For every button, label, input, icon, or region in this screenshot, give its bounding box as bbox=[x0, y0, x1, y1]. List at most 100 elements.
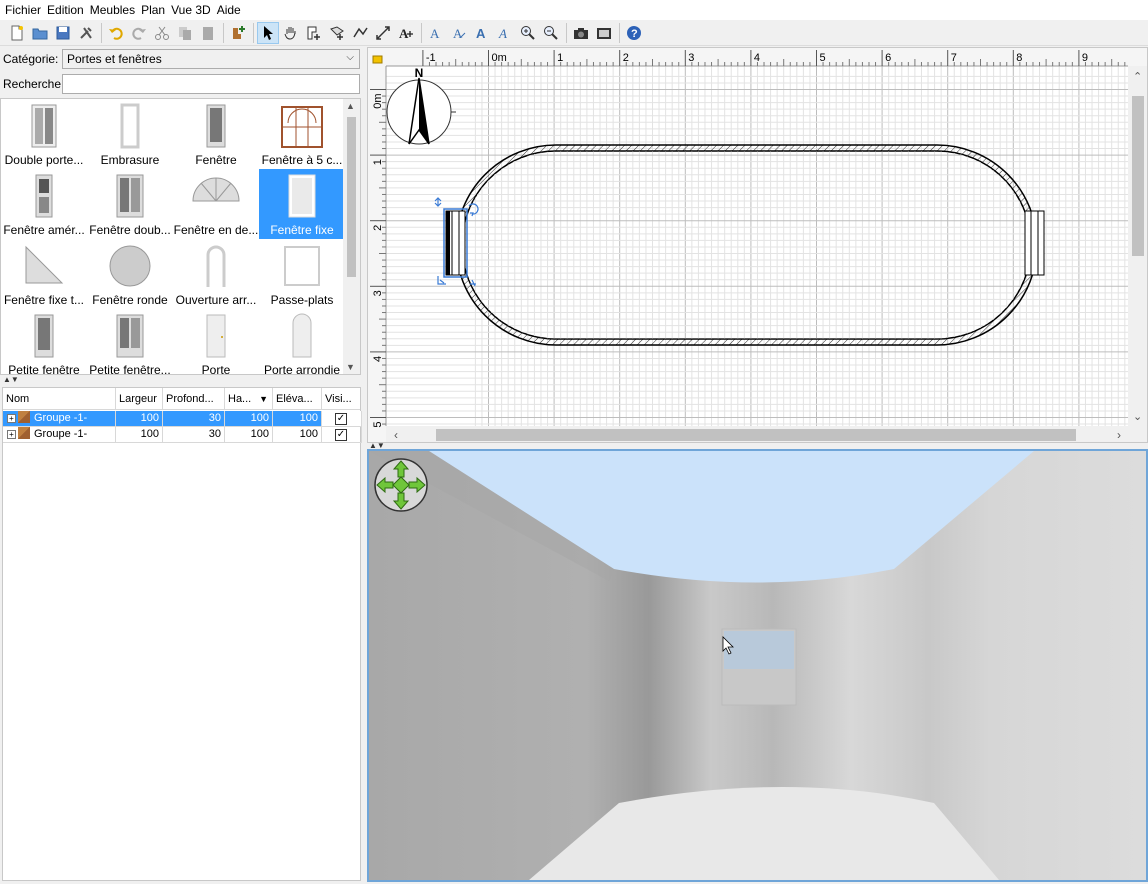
preferences-icon[interactable] bbox=[75, 22, 97, 44]
col-height[interactable]: Ha... ▼ bbox=[225, 388, 273, 410]
catalog-item[interactable]: Petite fenêtre bbox=[1, 309, 87, 374]
help-icon[interactable]: ? bbox=[623, 22, 645, 44]
row-name: Groupe -1- bbox=[34, 428, 88, 440]
catalog-item[interactable]: Ouverture arr... bbox=[173, 239, 259, 309]
menu-fichier[interactable]: Fichier bbox=[2, 3, 44, 17]
menu-plan[interactable]: Plan bbox=[138, 3, 168, 17]
save-icon[interactable] bbox=[52, 22, 74, 44]
col-depth[interactable]: Profond... bbox=[163, 388, 225, 410]
add-text-icon[interactable]: A bbox=[395, 22, 417, 44]
splitter-arrows-icon[interactable]: ▲▼ bbox=[3, 375, 19, 384]
row-visible-cell: ✓ bbox=[322, 427, 362, 443]
compass-n-label: N bbox=[415, 66, 424, 80]
catalog-item[interactable]: Fenêtre doub... bbox=[87, 169, 173, 239]
ruler-x-label: 7 bbox=[951, 52, 957, 64]
visible-checkbox[interactable]: ✓ bbox=[335, 429, 347, 441]
plan-vscroll-thumb bbox=[1132, 96, 1144, 256]
text-italic-icon[interactable]: A bbox=[494, 22, 516, 44]
select-arrow-icon[interactable] bbox=[257, 21, 279, 44]
expand-icon[interactable]: + bbox=[7, 430, 16, 439]
paste-icon[interactable] bbox=[197, 22, 219, 44]
create-rooms-icon[interactable] bbox=[326, 22, 348, 44]
catalog-item-label: Porte arrondie bbox=[263, 363, 341, 375]
add-furniture-icon[interactable] bbox=[227, 22, 249, 44]
menu-meubles[interactable]: Meubles bbox=[87, 3, 138, 17]
catalog-item[interactable]: Fenêtre ronde bbox=[87, 239, 173, 309]
scroll-up-icon[interactable]: ▲ bbox=[346, 101, 355, 111]
copy-icon[interactable] bbox=[174, 22, 196, 44]
zoom-out-icon[interactable] bbox=[540, 22, 562, 44]
plan-canvas[interactable]: -1 0m 1 2 3 4 5 6 7 8 9 0m 1 2 3 4 5 N ⌃ ⌄ ‹ › bbox=[368, 48, 1148, 443]
row-width: 100 bbox=[116, 411, 163, 427]
catalog-item[interactable]: Fenêtre à 5 c... bbox=[259, 99, 345, 169]
create-polylines-icon[interactable] bbox=[349, 22, 371, 44]
3d-view[interactable] bbox=[367, 449, 1148, 882]
open-icon[interactable] bbox=[29, 22, 51, 44]
catalog-item-label: Fenêtre en de... bbox=[173, 223, 259, 237]
menu-aide[interactable]: Aide bbox=[214, 3, 244, 17]
video-icon[interactable] bbox=[593, 22, 615, 44]
catalog-item[interactable]: Passe-plats bbox=[259, 239, 345, 309]
3d-canvas[interactable] bbox=[369, 451, 1146, 880]
ruler-x-label: 3 bbox=[688, 52, 694, 64]
create-dimensions-icon[interactable] bbox=[372, 22, 394, 44]
catalog-item[interactable]: Fenêtre fixe bbox=[259, 169, 345, 239]
expand-icon[interactable]: + bbox=[7, 414, 16, 423]
plan-view[interactable]: -1 0m 1 2 3 4 5 6 7 8 9 0m 1 2 3 4 5 N ⌃ ⌄ ‹ › bbox=[367, 47, 1148, 443]
undo-icon[interactable] bbox=[105, 22, 127, 44]
menu-edition[interactable]: Edition bbox=[44, 3, 87, 17]
ruler-x-label: 0m bbox=[492, 52, 507, 64]
catalog-scrollbar[interactable]: ▲ ▼ bbox=[343, 99, 360, 374]
new-document-icon[interactable] bbox=[6, 22, 28, 44]
table-row[interactable]: + Groupe -1- 100 30 100 100 ✓ bbox=[3, 411, 362, 427]
navigation-arrows-icon[interactable] bbox=[374, 458, 428, 512]
pan-hand-icon[interactable] bbox=[280, 22, 302, 44]
col-width[interactable]: Largeur bbox=[116, 388, 163, 410]
catalog-item[interactable]: Fenêtre en de... bbox=[173, 169, 259, 239]
camera-photo-icon[interactable] bbox=[570, 22, 592, 44]
toolbar-separator bbox=[253, 22, 254, 43]
text-style-icon[interactable]: A bbox=[425, 22, 447, 44]
visible-checkbox[interactable]: ✓ bbox=[335, 413, 347, 425]
col-visible[interactable]: Visi... bbox=[322, 388, 362, 410]
cut-icon[interactable] bbox=[151, 22, 173, 44]
row-height: 100 bbox=[225, 427, 273, 443]
table-row[interactable]: + Groupe -1- 100 30 100 100 ✓ bbox=[3, 427, 362, 443]
redo-icon[interactable] bbox=[128, 22, 150, 44]
text-bold-icon[interactable]: A bbox=[471, 22, 493, 44]
scroll-down-icon[interactable]: ▼ bbox=[346, 362, 355, 372]
catalog-item[interactable]: Petite fenêtre... bbox=[87, 309, 173, 374]
catalog-item[interactable]: Porte bbox=[173, 309, 259, 374]
scroll-right-icon: › bbox=[1117, 428, 1121, 442]
create-walls-icon[interactable] bbox=[303, 22, 325, 44]
text-increase-icon[interactable]: A bbox=[448, 22, 470, 44]
catalog-item[interactable]: Porte arrondie bbox=[259, 309, 345, 375]
zoom-in-icon[interactable] bbox=[517, 22, 539, 44]
category-combo[interactable]: Portes et fenêtres ⌵ bbox=[62, 49, 360, 69]
row-depth: 30 bbox=[163, 411, 225, 427]
rounded-door-icon bbox=[290, 313, 314, 362]
group-icon bbox=[18, 411, 30, 423]
ruler-y-label: 1 bbox=[372, 159, 384, 165]
col-elevation[interactable]: Eléva... bbox=[273, 388, 322, 410]
catalog-item[interactable]: Fenêtre fixe t... bbox=[1, 239, 87, 309]
catalog-item[interactable]: Double porte... bbox=[1, 99, 87, 169]
ruler-x-label: 5 bbox=[820, 52, 826, 64]
catalog-item[interactable]: Fenêtre amér... bbox=[1, 169, 87, 239]
door-icon bbox=[204, 313, 228, 362]
catalog-item-label: Passe-plats bbox=[270, 293, 334, 307]
fixed-window-icon bbox=[285, 173, 319, 222]
catalog-item[interactable]: Fenêtre bbox=[173, 99, 259, 169]
menu-vue3d[interactable]: Vue 3D bbox=[168, 3, 214, 17]
group-icon bbox=[18, 427, 30, 439]
triangle-window-icon bbox=[22, 243, 66, 292]
row-name: Groupe -1- bbox=[34, 412, 88, 424]
row-visible-cell: ✓ bbox=[322, 411, 362, 427]
catalog-item[interactable]: Embrasure bbox=[87, 99, 173, 169]
svg-text:A: A bbox=[430, 26, 440, 41]
search-input[interactable] bbox=[62, 74, 360, 94]
toolbar-separator bbox=[566, 22, 567, 43]
col-name[interactable]: Nom bbox=[3, 388, 116, 410]
category-value: Portes et fenêtres bbox=[67, 52, 162, 66]
scroll-thumb[interactable] bbox=[347, 117, 356, 277]
